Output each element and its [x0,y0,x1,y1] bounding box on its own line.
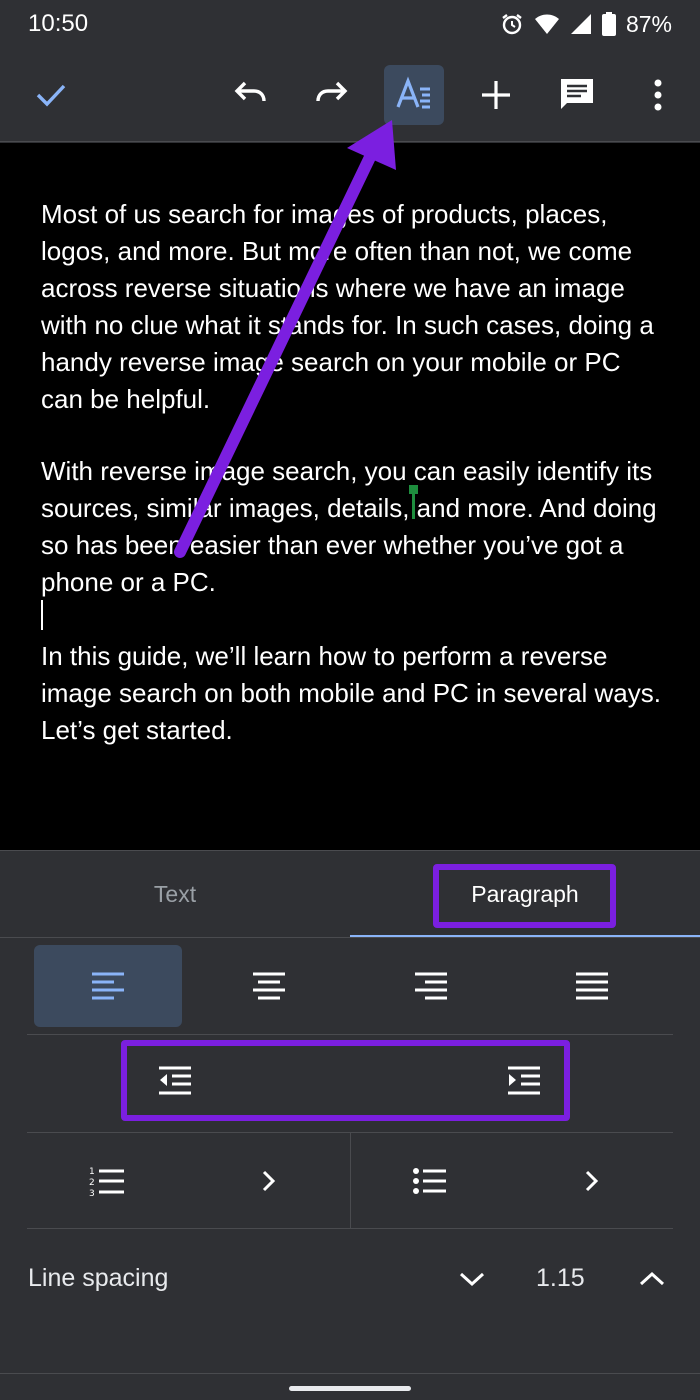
add-icon [482,81,510,109]
more-vert-icon [654,79,662,111]
align-justify-icon [576,972,608,1000]
comment-button[interactable] [547,65,607,125]
align-justify-button[interactable] [518,945,666,1027]
svg-text:3: 3 [89,1189,95,1196]
align-left-button[interactable] [34,945,182,1027]
numbered-list-icon: 1 2 3 [89,1167,124,1196]
nav-bar-divider [0,1373,700,1374]
chevron-down-icon [459,1272,485,1287]
annotation-highlight-paragraph [433,864,616,928]
chevron-right-icon [262,1170,276,1192]
divider [27,1034,673,1035]
format-panel: Text Paragraph 1 2 3 Line spacing 1.15 [0,850,700,1400]
align-center-button[interactable] [195,945,343,1027]
alarm-icon [502,14,522,35]
status-time: 10:50 [28,10,89,37]
chevron-right-icon [585,1170,599,1192]
undo-button[interactable] [220,65,280,125]
check-icon [36,84,66,107]
status-icons: 87% [500,10,672,38]
tab-text[interactable]: Text [0,851,350,937]
line-spacing-increase-button[interactable] [624,1251,680,1307]
divider [27,1228,673,1229]
chevron-up-icon [639,1271,665,1286]
home-indicator[interactable] [289,1386,411,1391]
text-format-icon [396,76,430,109]
redo-button[interactable] [302,65,362,125]
text-format-button[interactable] [384,65,444,125]
insert-button[interactable] [466,65,526,125]
tab-divider [0,937,700,938]
done-button[interactable] [21,65,81,125]
more-options-button[interactable] [628,65,688,125]
bulleted-list-button[interactable] [351,1133,673,1228]
align-center-icon [253,972,285,1000]
editor-toolbar [0,48,700,142]
undo-icon [234,81,266,102]
line-spacing-decrease-button[interactable] [444,1251,500,1307]
doc-paragraph[interactable]: In this guide, we’ll learn how to perfor… [41,638,666,749]
wifi-icon [534,14,559,34]
document-canvas[interactable]: Most of us search for images of products… [0,143,700,850]
doc-paragraph[interactable]: With reverse image search, you can easil… [41,453,666,601]
redo-icon [316,81,348,102]
text-cursor [41,600,43,630]
cell-signal-icon [570,14,591,34]
svg-text:1: 1 [89,1167,95,1177]
comment-icon [561,79,593,109]
bulleted-list-icon [413,1168,446,1194]
numbered-list-button[interactable]: 1 2 3 [27,1133,350,1228]
align-right-button[interactable] [357,945,505,1027]
line-spacing-label: Line spacing [28,1264,169,1292]
battery-percentage: 87% [625,10,672,37]
svg-text:2: 2 [89,1178,95,1188]
alignment-row [0,945,700,1027]
align-left-icon [92,972,124,1000]
battery-icon [601,12,616,36]
doc-paragraph[interactable]: Most of us search for images of products… [41,196,666,418]
annotation-highlight-indent [121,1040,570,1121]
status-bar: 10:50 87% [0,0,700,48]
line-spacing-value: 1.15 [536,1264,585,1292]
selection-handle[interactable] [409,485,418,519]
align-right-icon [415,972,447,1000]
